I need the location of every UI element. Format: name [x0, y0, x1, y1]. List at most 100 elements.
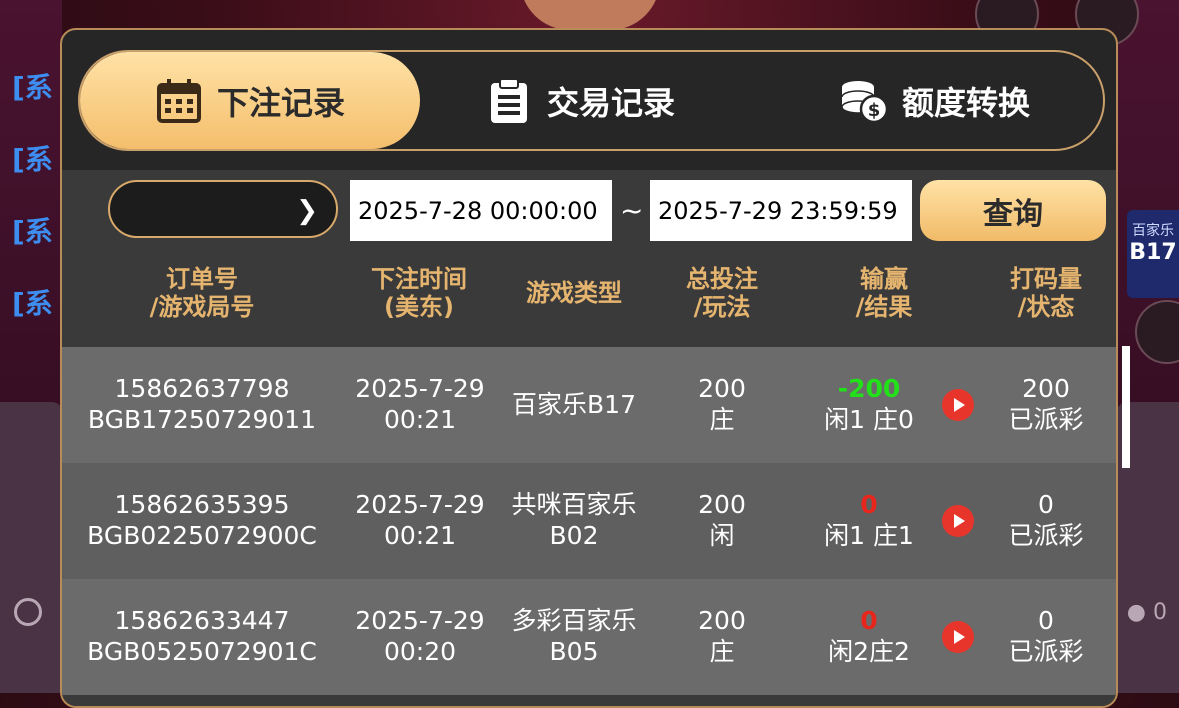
bet-records-modal: 下注记录 交易记录 $ 额度转换 ❯ 2025-7-28 00:00:00 ~ …: [60, 28, 1118, 708]
coin-icon: [14, 598, 42, 626]
column-header-line: 下注时间: [371, 265, 467, 293]
background-chat-label: [系: [12, 287, 53, 320]
bet-time: 00:20: [383, 637, 457, 666]
background-dealer-avatar: [520, 0, 660, 30]
table-row[interactable]: 15862633447 BGB0525072901C 2025-7-29 00:20…: [62, 579, 1116, 695]
game-type-select[interactable]: ❯: [108, 180, 338, 238]
tab-transaction-records-label: 交易记录: [546, 83, 675, 122]
tab-transaction-records[interactable]: 交易记录: [480, 52, 680, 149]
payout-status: 已派彩: [1008, 405, 1084, 434]
column-header-line: /结果: [855, 293, 913, 321]
turnover-cell: 0 已派彩: [986, 605, 1106, 667]
play-replay-icon[interactable]: [942, 505, 974, 537]
total-bet: 200: [698, 374, 746, 403]
tab-credit-transfer[interactable]: $ 额度转换: [830, 52, 1040, 149]
bet-type: 闲: [709, 521, 735, 550]
play-replay-icon[interactable]: [942, 389, 974, 421]
bet-time-cell: 2025-7-29 00:21: [340, 489, 500, 551]
table-badge-code: B17: [1129, 240, 1177, 265]
column-header-total-bet: 总投注/玩法: [662, 265, 782, 321]
tab-bet-records[interactable]: 下注记录: [80, 52, 420, 149]
game-type-cell: 共咪百家乐 B02: [504, 489, 644, 551]
game-type-cell: 百家乐B17: [504, 389, 644, 420]
bet-time-cell: 2025-7-29 00:21: [340, 373, 500, 435]
bet-cell: 200 庄: [662, 373, 782, 435]
round-number: BGB0525072901C: [87, 637, 317, 666]
background-chat-label: [系: [12, 143, 53, 176]
column-header-line: 打码量: [1010, 265, 1082, 293]
game-result: 闲2庄2: [828, 637, 910, 666]
table-scrollbar[interactable]: [1122, 346, 1130, 468]
win-loss-amount: 0: [860, 606, 878, 635]
background-chat-label: [系: [12, 71, 53, 104]
column-header-game-type: 游戏类型: [504, 279, 644, 307]
game-code: B05: [549, 637, 599, 666]
background-chat-label: [系: [12, 215, 53, 248]
bet-type: 庄: [709, 405, 735, 434]
play-replay-icon[interactable]: [942, 621, 974, 653]
column-header-line: 游戏类型: [526, 279, 622, 307]
start-time-input[interactable]: 2025-7-28 00:00:00: [350, 180, 612, 241]
column-header-turnover: 打码量/状态: [986, 265, 1106, 321]
payout-status: 已派彩: [1008, 637, 1084, 666]
filter-row: ❯ 2025-7-28 00:00:00 ~ 2025-7-29 23:59:5…: [62, 170, 1116, 245]
total-bet: 200: [698, 606, 746, 635]
bet-type: 庄: [709, 637, 735, 666]
date-range-separator: ~: [620, 194, 644, 227]
round-number: BGB0225072900C: [87, 521, 317, 550]
game-result: 闲1 庄0: [824, 405, 914, 434]
end-time-input[interactable]: 2025-7-29 23:59:59: [650, 180, 912, 241]
column-header-line: /游戏局号: [149, 293, 255, 321]
bet-cell: 200 闲: [662, 489, 782, 551]
turnover-cell: 200 已派彩: [986, 373, 1106, 435]
table-header: 订单号/游戏局号 下注时间 (美东) 游戏类型 总投注/玩法 输赢/结果 打码量 /…: [62, 245, 1116, 347]
tab-bar: 下注记录 交易记录 $ 额度转换: [78, 50, 1105, 151]
chevron-down-icon: ❯: [296, 196, 318, 226]
turnover: 200: [1022, 374, 1070, 403]
column-header-line: /状态: [1017, 293, 1075, 321]
user-count: ● 0: [1126, 600, 1167, 625]
total-bet: 200: [698, 490, 746, 519]
table-badge-name: 百家乐: [1132, 223, 1174, 239]
column-header-line: 订单号: [166, 265, 238, 293]
order-cell: 15862635395 BGB0225072900C: [72, 489, 332, 551]
result-cell: 0 闲2庄2: [804, 605, 934, 667]
round-number: BGB17250729011: [87, 405, 317, 434]
tab-credit-transfer-label: 额度转换: [901, 83, 1030, 122]
table-row[interactable]: 15862637798 BGB17250729011 2025-7-29 00:21…: [62, 347, 1116, 463]
result-cell: -200 闲1 庄0: [804, 373, 934, 435]
column-header-bet-time: 下注时间 (美东): [344, 265, 494, 321]
bet-time-cell: 2025-7-29 00:20: [340, 605, 500, 667]
payout-status: 已派彩: [1008, 521, 1084, 550]
bet-date: 2025-7-29: [355, 606, 485, 635]
table-badge: 百家乐 B17: [1127, 210, 1179, 298]
turnover-cell: 0 已派彩: [986, 489, 1106, 551]
bet-time: 00:21: [383, 405, 457, 434]
svg-text:$: $: [868, 100, 881, 121]
table-row[interactable]: 15862635395 BGB0225072900C 2025-7-29 00:21…: [62, 463, 1116, 579]
tab-bet-records-label: 下注记录: [216, 83, 345, 122]
column-header-line: 输赢: [860, 265, 908, 293]
column-header-line: 总投注: [686, 265, 758, 293]
query-button[interactable]: 查询: [920, 180, 1106, 241]
clipboard-icon: [490, 77, 527, 123]
order-cell: 15862633447 BGB0525072901C: [72, 605, 332, 667]
order-number: 15862633447: [114, 606, 290, 635]
bet-date: 2025-7-29: [355, 490, 485, 519]
turnover: 0: [1038, 606, 1054, 635]
records-table-body: 15862637798 BGB17250729011 2025-7-29 00:21…: [62, 347, 1116, 706]
order-cell: 15862637798 BGB17250729011: [72, 373, 332, 435]
records-content: ❯ 2025-7-28 00:00:00 ~ 2025-7-29 23:59:5…: [62, 170, 1116, 706]
game-type: 共咪百家乐: [511, 490, 637, 519]
column-header-win-loss: 输赢/结果: [824, 265, 944, 321]
result-cell: 0 闲1 庄1: [804, 489, 934, 551]
bet-cell: 200 庄: [662, 605, 782, 667]
user-count-value: 0: [1153, 600, 1167, 625]
game-code: B02: [549, 521, 599, 550]
order-number: 15862637798: [114, 374, 290, 403]
background-left-panel: [0, 402, 62, 693]
bet-date: 2025-7-29: [355, 374, 485, 403]
game-result: 闲1 庄1: [824, 521, 914, 550]
game-type: 多彩百家乐: [511, 606, 637, 635]
calendar-icon: [156, 78, 201, 123]
